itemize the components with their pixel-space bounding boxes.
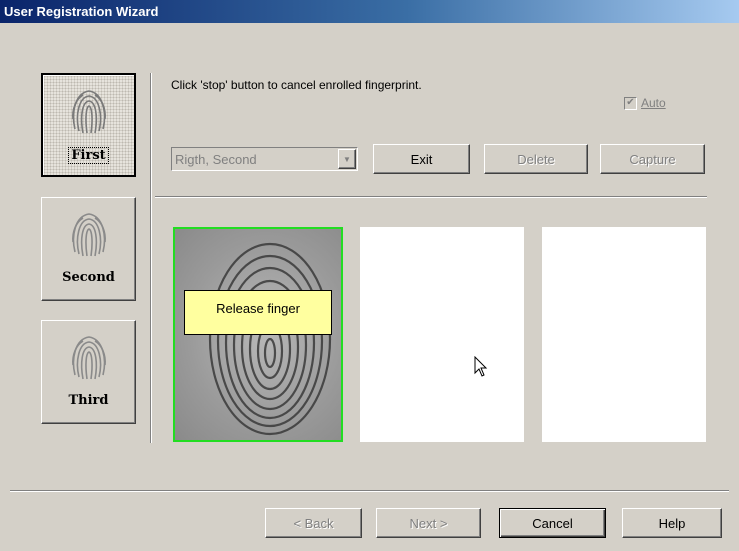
finger-label-second: Second: [62, 270, 115, 285]
mouse-pointer-icon: [474, 356, 488, 377]
window-title-bar[interactable]: User Registration Wizard: [0, 0, 739, 23]
instruction-text: Click 'stop' button to cancel enrolled f…: [171, 78, 422, 92]
exit-button[interactable]: Exit: [373, 144, 470, 174]
next-button[interactable]: Next >: [376, 508, 481, 538]
fingerprint-icon: [71, 336, 106, 380]
chevron-down-icon[interactable]: ▼: [338, 149, 356, 169]
cancel-button[interactable]: Cancel: [499, 508, 606, 538]
finger-label-third: Third: [68, 393, 109, 408]
capture-button[interactable]: Capture: [600, 144, 705, 174]
fingerprint-icon: [71, 213, 106, 257]
horizontal-divider: [155, 196, 707, 198]
auto-checkbox-label: Auto: [641, 96, 666, 110]
finger-select-value: Rigth, Second: [175, 151, 257, 167]
finger-button-first[interactable]: First: [41, 73, 136, 177]
back-button[interactable]: < Back: [265, 508, 362, 538]
release-finger-tooltip: Release finger: [184, 290, 332, 335]
checkbox-check-icon: ✔: [624, 96, 637, 110]
help-button[interactable]: Help: [622, 508, 722, 538]
delete-button[interactable]: Delete: [484, 144, 588, 174]
vertical-divider: [150, 73, 152, 443]
auto-checkbox[interactable]: ✔ Auto: [624, 96, 666, 110]
fingerprint-capture-panel-3: [542, 227, 706, 442]
finger-label-first: First: [68, 147, 109, 164]
window-title: User Registration Wizard: [4, 4, 159, 19]
finger-button-second[interactable]: Second: [41, 197, 136, 301]
footer-divider: [10, 490, 729, 492]
fingerprint-icon: [71, 90, 106, 134]
finger-select-combo[interactable]: Rigth, Second ▼: [171, 147, 358, 171]
fingerprint-capture-panel-2: [360, 227, 524, 442]
finger-button-third[interactable]: Third: [41, 320, 136, 424]
